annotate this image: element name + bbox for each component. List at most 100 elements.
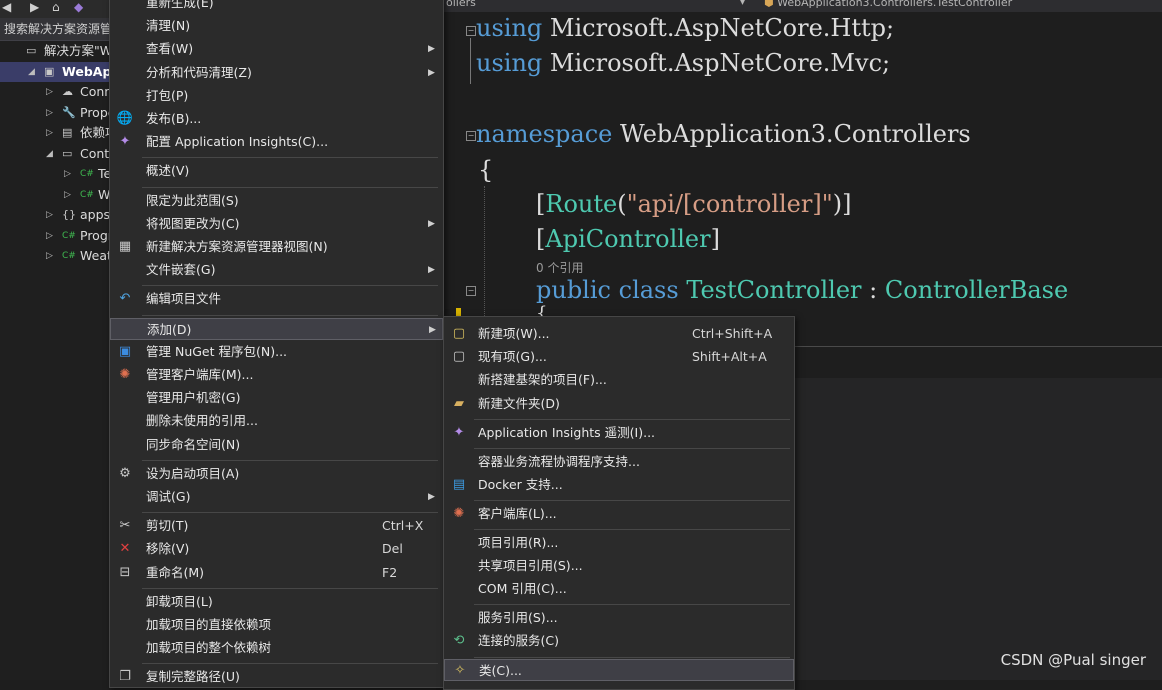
- submenu-arrow-icon: ▶: [428, 218, 435, 229]
- tree-item-label: 依赖项: [80, 125, 112, 140]
- collapsed-arrow-icon[interactable]: ▷: [46, 103, 53, 123]
- menu-item[interactable]: 清理(N): [110, 15, 443, 37]
- solution-tree-item[interactable]: ▷ ☁ Conn: [0, 82, 112, 103]
- tree-item-icon: ▭: [62, 146, 73, 160]
- menu-item[interactable]: COM 引用(C)...: [444, 578, 794, 600]
- menu-item[interactable]: ✺ 客户端库(L)...: [444, 503, 794, 525]
- tree-item-label: Conn: [80, 84, 112, 99]
- menu-item[interactable]: ⚙ 设为启动项目(A): [110, 463, 443, 485]
- menu-item-label: 管理用户机密(G): [146, 390, 241, 406]
- menu-item[interactable]: 将视图更改为(C) ▶: [110, 213, 443, 235]
- menu-separator: [142, 186, 438, 188]
- menu-item[interactable]: 重新生成(E): [110, 0, 443, 14]
- codelens-references[interactable]: 0 个引用: [536, 259, 583, 276]
- collapsed-arrow-icon[interactable]: ▷: [46, 123, 53, 143]
- menu-item[interactable]: ▦ 新建解决方案资源管理器视图(N): [110, 236, 443, 258]
- menu-item[interactable]: ✧ 类(C)...: [444, 659, 794, 682]
- solution-tree-item[interactable]: ▭ 解决方案"We: [0, 41, 112, 62]
- menu-item-label: 清理(N): [146, 18, 191, 34]
- menu-item[interactable]: 卸载项目(L): [110, 591, 443, 613]
- menu-item[interactable]: 概述(V): [110, 160, 443, 182]
- menu-item[interactable]: ▢ 新建项(W)... Ctrl+Shift+A: [444, 323, 794, 345]
- forward-icon[interactable]: ▶: [30, 0, 39, 14]
- menu-item[interactable]: ▢ 现有项(G)... Shift+Alt+A: [444, 346, 794, 368]
- menu-item[interactable]: 新搭建基架的项目(F)...: [444, 369, 794, 391]
- menu-item[interactable]: 共享项目引用(S)...: [444, 555, 794, 577]
- menu-item[interactable]: 删除未使用的引用...: [110, 410, 443, 432]
- tree-item-icon: ▭: [26, 44, 37, 57]
- menu-item-label: 打包(P): [146, 87, 189, 103]
- solution-tree-item[interactable]: ▷ {} appse: [0, 205, 112, 226]
- solution-search-input[interactable]: 搜索解决方案资源管: [0, 18, 112, 41]
- solution-tree-item[interactable]: ▷ C# Weath: [0, 246, 112, 267]
- menu-item[interactable]: 容器业务流程协调程序支持...: [444, 451, 794, 473]
- menu-item[interactable]: 服务引用(S)...: [444, 607, 794, 629]
- fold-toggle[interactable]: −: [466, 286, 476, 296]
- solution-tree-item[interactable]: ▷C#We: [0, 185, 112, 206]
- menu-item[interactable]: 打包(P): [110, 85, 443, 107]
- menu-item[interactable]: ❐ 复制完整路径(U): [110, 666, 443, 688]
- menu-item[interactable]: 加载项目的直接依赖项: [110, 614, 443, 636]
- editor-nav-bar: ollers ▾ ⬢ WebApplication3.Controllers.T…: [444, 0, 1162, 12]
- menu-item[interactable]: ✕ 移除(V) Del: [110, 538, 443, 560]
- menu-item-label: 新建文件夹(D): [478, 395, 560, 411]
- collapsed-arrow-icon[interactable]: ▷: [46, 226, 53, 246]
- menu-item-label: 加载项目的直接依赖项: [146, 617, 272, 632]
- menu-item[interactable]: 查看(W) ▶: [110, 38, 443, 60]
- menu-item[interactable]: 项目引用(R)...: [444, 532, 794, 554]
- home-icon[interactable]: ⌂: [52, 0, 60, 14]
- menu-item[interactable]: 添加(D) ▶: [110, 317, 443, 340]
- menu-item[interactable]: ✂ 剪切(T) Ctrl+X: [110, 515, 443, 537]
- menu-item[interactable]: ✺ 管理客户端库(M)...: [110, 364, 443, 386]
- solution-tree-item[interactable]: ◢ ▣ WebApp: [0, 61, 112, 82]
- menu-item[interactable]: ⊟ 重命名(M) F2: [110, 562, 443, 584]
- menu-item[interactable]: 同步命名空间(N): [110, 434, 443, 456]
- collapsed-arrow-icon[interactable]: ▷: [46, 82, 53, 102]
- menu-item-label: 查看(W): [146, 41, 194, 57]
- back-icon[interactable]: ◀: [2, 0, 11, 14]
- tree-item-label: Weath: [80, 248, 112, 263]
- menu-item[interactable]: 限定为此范围(S): [110, 190, 443, 212]
- menu-item[interactable]: ▤ Docker 支持...: [444, 474, 794, 496]
- menu-separator: [474, 656, 790, 658]
- solution-toolbar: ◀ ▶ ⌂ ◆: [0, 0, 112, 18]
- submenu-arrow-icon: ▶: [428, 44, 435, 55]
- menu-item[interactable]: ▰ 新建文件夹(D): [444, 393, 794, 415]
- fold-toggle[interactable]: −: [466, 26, 476, 36]
- menu-item[interactable]: 🌐 发布(B)...: [110, 108, 443, 130]
- solution-tree-item[interactable]: ◢ ▭ Contr: [0, 144, 112, 165]
- menu-item[interactable]: ⟲ 连接的服务(C): [444, 630, 794, 652]
- bulb-icon: ✦: [119, 134, 131, 150]
- menu-separator: [474, 499, 790, 501]
- menu-item[interactable]: ↶ 编辑项目文件: [110, 288, 443, 310]
- menu-item[interactable]: 分析和代码清理(Z) ▶: [110, 62, 443, 84]
- chevron-down-icon[interactable]: ▾: [740, 0, 745, 8]
- fold-toggle[interactable]: −: [466, 131, 476, 141]
- submenu-arrow-icon: ▶: [429, 324, 436, 335]
- collapsed-arrow-icon[interactable]: ▷: [64, 164, 71, 184]
- class-icon: ✧: [454, 663, 466, 679]
- menu-item[interactable]: 调试(G) ▶: [110, 486, 443, 508]
- solution-tree-item[interactable]: ▷ C# Te: [0, 164, 112, 185]
- solution-tree-item[interactable]: ▷ 🔧 Prope: [0, 103, 112, 124]
- menu-item[interactable]: 管理用户机密(G): [110, 387, 443, 409]
- menu-item[interactable]: ✦ 配置 Application Insights(C)...: [110, 131, 443, 153]
- tree-item-icon: ☁: [62, 85, 73, 98]
- collapsed-arrow-icon[interactable]: ▷: [64, 185, 71, 205]
- menu-item[interactable]: ✦ Application Insights 遥测(I)...: [444, 422, 794, 444]
- copy-icon: ❐: [119, 669, 131, 685]
- solution-tree-item[interactable]: ▷ ▤ 依赖项: [0, 123, 112, 144]
- collapsed-arrow-icon[interactable]: ▷: [46, 246, 53, 266]
- menu-item-shortcut: F2: [382, 564, 398, 580]
- menu-item-label: 现有项(G)...: [478, 349, 547, 365]
- expanded-arrow-icon[interactable]: ◢: [46, 144, 53, 164]
- menu-item[interactable]: 文件嵌套(G) ▶: [110, 259, 443, 281]
- menu-item[interactable]: ▣ 管理 NuGet 程序包(N)...: [110, 341, 443, 363]
- vs-icon[interactable]: ◆: [74, 0, 83, 14]
- nav-project-dropdown[interactable]: ollers: [446, 0, 476, 8]
- menu-item[interactable]: 加载项目的整个依赖树: [110, 637, 443, 659]
- nav-type-dropdown[interactable]: ⬢ WebApplication3.Controllers.TestContro…: [764, 0, 1012, 8]
- collapsed-arrow-icon[interactable]: ▷: [46, 205, 53, 225]
- expanded-arrow-icon[interactable]: ◢: [28, 62, 35, 82]
- solution-tree-item[interactable]: ▷ C# Progr: [0, 226, 112, 247]
